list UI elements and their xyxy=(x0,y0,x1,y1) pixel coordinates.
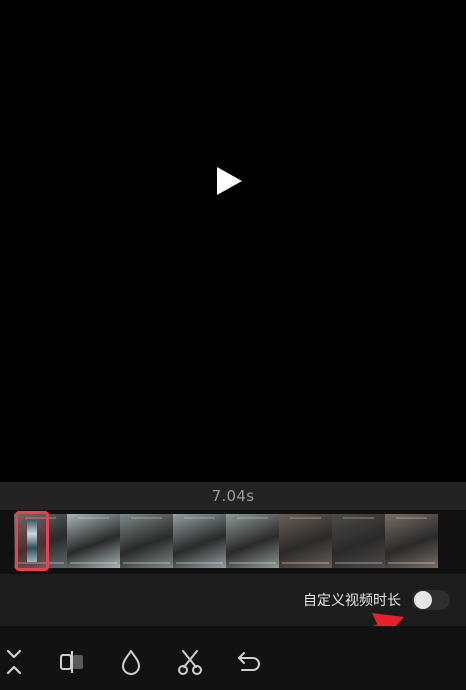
scissors-icon xyxy=(178,650,202,675)
frame-caption xyxy=(395,517,428,519)
selected-frame-thumbnail xyxy=(27,520,37,562)
split-button[interactable] xyxy=(58,648,86,676)
split-screen-icon xyxy=(60,651,83,673)
frame-thumbnails[interactable] xyxy=(14,514,438,568)
duration-bar: 7.04s xyxy=(0,482,466,510)
bottom-toolbar xyxy=(0,626,466,690)
color-drop-icon xyxy=(122,650,140,675)
play-icon xyxy=(217,167,242,195)
play-button[interactable] xyxy=(211,163,247,199)
frame-caption xyxy=(229,562,276,564)
toggle-knob xyxy=(414,591,432,609)
frame-thumbnail xyxy=(332,514,385,568)
collapse-icon xyxy=(6,649,22,675)
frame-caption xyxy=(236,517,269,519)
video-editor-screen: 7.04s 自定义视频时长 xyxy=(0,0,466,690)
frame-thumbnail xyxy=(226,514,279,568)
frame-caption xyxy=(282,562,329,564)
duration-label: 7.04s xyxy=(211,487,255,505)
video-preview[interactable] xyxy=(0,0,466,482)
frame-caption xyxy=(183,517,216,519)
selected-frame-handle[interactable] xyxy=(15,511,49,571)
undo-button[interactable] xyxy=(235,648,263,676)
color-button[interactable] xyxy=(117,648,145,676)
collapse-button[interactable] xyxy=(0,648,28,676)
frame-caption xyxy=(335,562,382,564)
frame-thumbnail xyxy=(385,514,438,568)
frame-caption xyxy=(123,562,170,564)
custom-duration-toggle[interactable] xyxy=(412,590,450,610)
frame-caption xyxy=(130,517,163,519)
timeline-strip[interactable] xyxy=(0,510,466,574)
undo-icon xyxy=(238,652,260,671)
frame-thumbnail xyxy=(279,514,332,568)
frame-caption xyxy=(176,562,223,564)
frame-caption xyxy=(388,562,435,564)
frame-thumbnail xyxy=(67,514,120,568)
custom-duration-label: 自定义视频时长 xyxy=(303,593,401,609)
frame-caption xyxy=(289,517,322,519)
cut-button[interactable] xyxy=(176,648,204,676)
frame-caption xyxy=(70,562,117,564)
frame-caption xyxy=(342,517,375,519)
frame-caption xyxy=(77,517,110,519)
frame-thumbnail xyxy=(173,514,226,568)
frame-thumbnail xyxy=(120,514,173,568)
